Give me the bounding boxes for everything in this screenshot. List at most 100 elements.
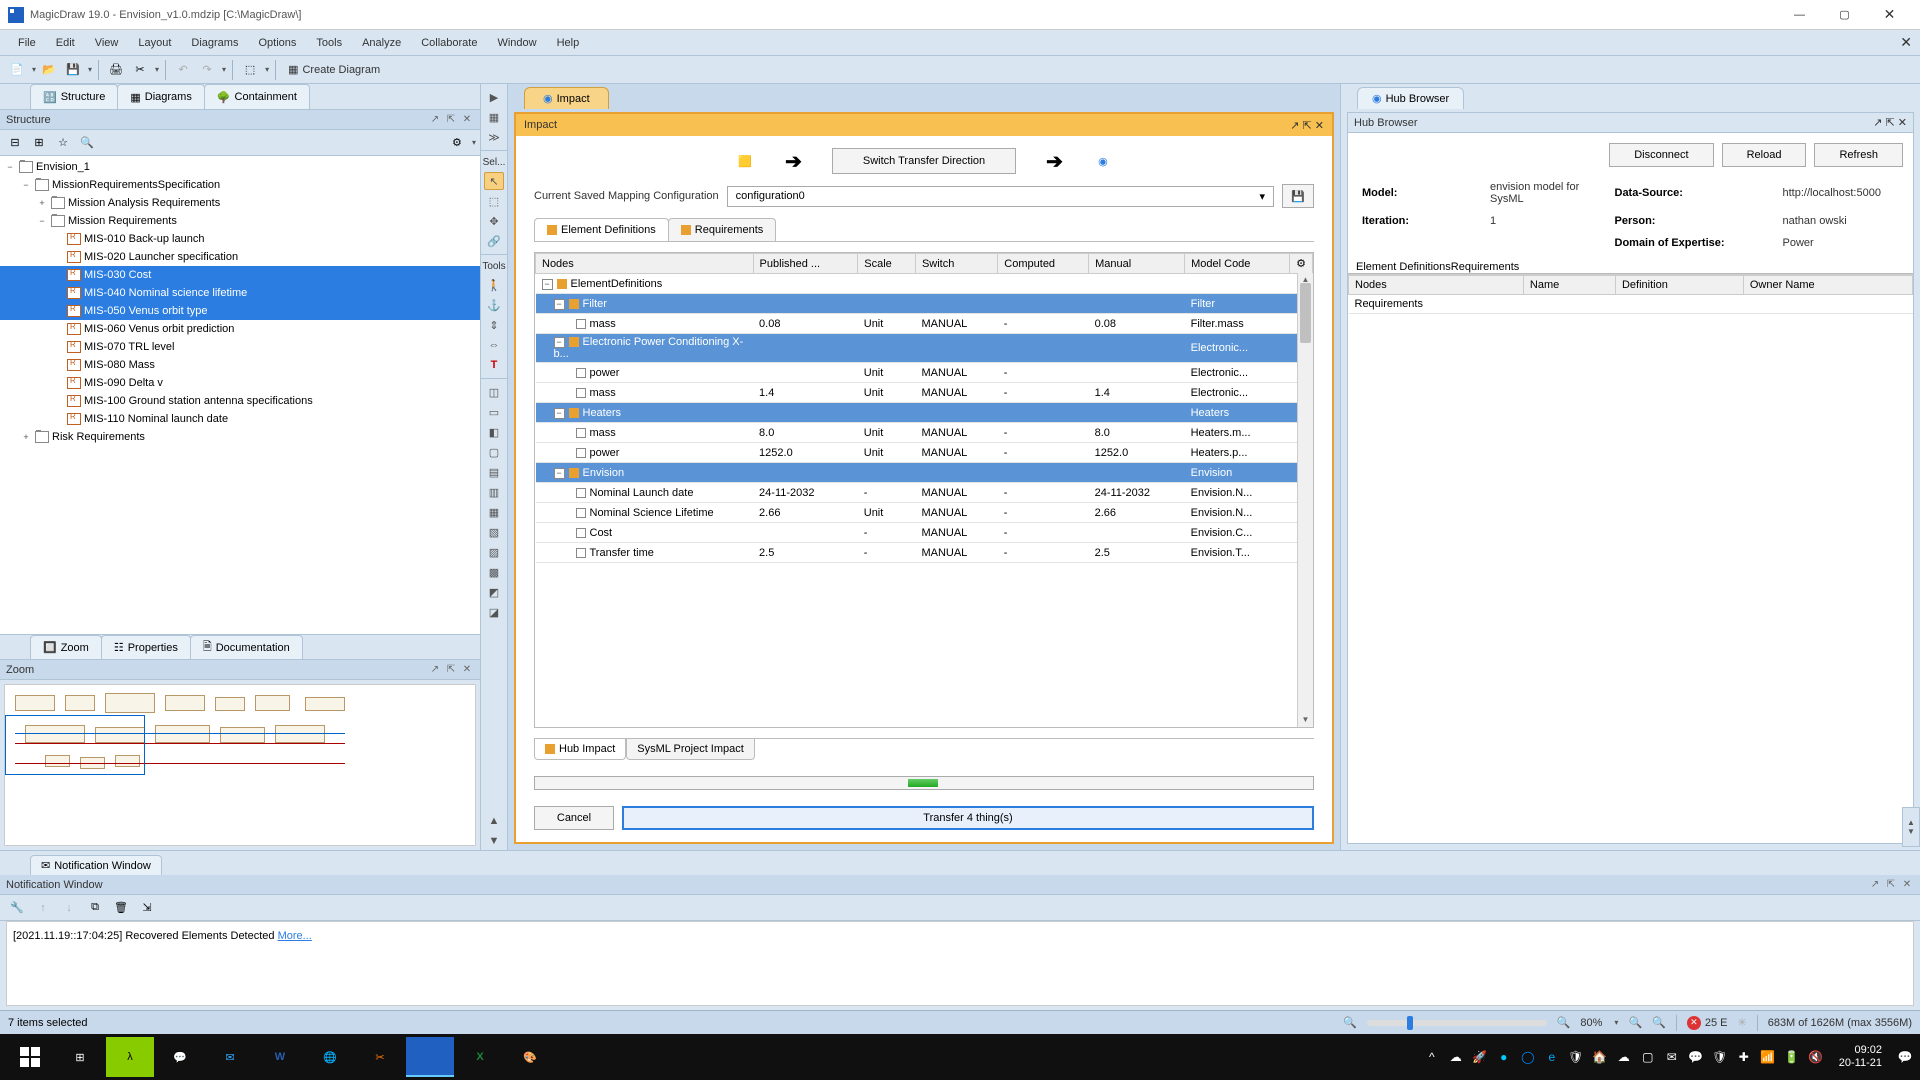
grid-group-row[interactable]: −Electronic Power Conditioning X-b...Ele…	[536, 334, 1313, 363]
menu-collaborate[interactable]: Collaborate	[411, 33, 487, 53]
grid-row[interactable]: power1252.0UnitMANUAL-1252.0Heaters.p...	[536, 443, 1313, 463]
column-header[interactable]: Scale	[858, 254, 916, 274]
tab-properties[interactable]: ☷Properties	[101, 635, 191, 659]
misc-tool-2[interactable]: ▭	[484, 403, 504, 421]
menu-help[interactable]: Help	[547, 33, 590, 53]
tree-node[interactable]: MIS-100 Ground station antenna specifica…	[0, 392, 480, 410]
redo-button[interactable]: ↷	[196, 59, 218, 81]
tree-node[interactable]: MIS-040 Nominal science lifetime	[0, 284, 480, 302]
tray-up-icon[interactable]: ^	[1423, 1048, 1441, 1066]
misc-tool-5[interactable]: ▤	[484, 463, 504, 481]
grid-row[interactable]: mass1.4UnitMANUAL-1.4Electronic...	[536, 383, 1313, 403]
grid-row[interactable]: Nominal Launch date24-11-2032-MANUAL-24-…	[536, 483, 1313, 503]
tree-node[interactable]: −MissionRequirementsSpecification	[0, 176, 480, 194]
misc-tool-3[interactable]: ◧	[484, 423, 504, 441]
vbar-tool[interactable]: ⇕	[484, 316, 504, 334]
palette-up-icon[interactable]: ▲	[484, 812, 504, 830]
side-collapse-button[interactable]: ▲▼	[1902, 807, 1920, 847]
clear-icon[interactable]: 🗑	[110, 897, 132, 919]
undo-button[interactable]: ↶	[172, 59, 194, 81]
tree-node[interactable]: −Mission Requirements	[0, 212, 480, 230]
app-chrome[interactable]: 🌐	[306, 1037, 354, 1077]
pin-icon[interactable]: ⇱	[1884, 878, 1898, 892]
menu-window[interactable]: Window	[487, 33, 546, 53]
zoom-in-icon[interactable]: 🔍	[1628, 1016, 1642, 1029]
misc-tool-9[interactable]: ▨	[484, 543, 504, 561]
tree-node[interactable]: MIS-080 Mass	[0, 356, 480, 374]
collapse-button[interactable]: ⊞	[28, 132, 50, 154]
hub-grid[interactable]: NodesNameDefinitionOwner Name Requiremen…	[1348, 274, 1913, 843]
save-button[interactable]: 💾	[62, 59, 84, 81]
misc-tool-12[interactable]: ◪	[484, 603, 504, 621]
menu-tools[interactable]: Tools	[306, 33, 352, 53]
palette-grid-icon[interactable]: ▦	[484, 108, 504, 126]
column-header[interactable]: Owner Name	[1743, 276, 1912, 295]
transfer-button[interactable]: Transfer 4 thing(s)	[622, 806, 1314, 830]
hub-row[interactable]: Requirements	[1349, 295, 1913, 314]
close-panel-icon[interactable]: ✕	[460, 663, 474, 677]
tree-node[interactable]: MIS-030 Cost	[0, 266, 480, 284]
grid-row[interactable]: powerUnitMANUAL-Electronic...	[536, 363, 1313, 383]
print-button[interactable]: 🖨	[105, 59, 127, 81]
tab-zoom[interactable]: 🔲Zoom	[30, 635, 102, 659]
grid-row[interactable]: Nominal Science Lifetime2.66UnitMANUAL-2…	[536, 503, 1313, 523]
tray-onedrive-icon[interactable]: ☁	[1615, 1048, 1633, 1066]
column-header[interactable]: Computed	[998, 254, 1089, 274]
tray-security-icon[interactable]: 🛡	[1711, 1048, 1729, 1066]
open-button[interactable]: 📂	[38, 59, 60, 81]
column-header[interactable]: Name	[1523, 276, 1615, 295]
zoom-reset-icon[interactable]: 🔍	[1652, 1016, 1666, 1029]
tab-requirements[interactable]: Requirements	[668, 218, 776, 241]
column-header[interactable]: Published ...	[753, 254, 858, 274]
grid-root-row[interactable]: −ElementDefinitions	[536, 274, 1313, 294]
tray-notification-icon[interactable]: 💬	[1896, 1048, 1914, 1066]
app-teams[interactable]: 💬	[156, 1037, 204, 1077]
hand-tool[interactable]: ✥	[484, 212, 504, 230]
close-panel-icon[interactable]: ✕	[1898, 117, 1907, 129]
zoom-thumbnail[interactable]	[4, 684, 476, 846]
text-tool[interactable]: T	[484, 356, 504, 374]
tab-hub-impact[interactable]: Hub Impact	[534, 739, 626, 760]
structure-tree[interactable]: −Envision_1−MissionRequirementsSpecifica…	[0, 156, 480, 634]
column-header[interactable]: Switch	[915, 254, 997, 274]
tab-sysml-impact[interactable]: SysML Project Impact	[626, 739, 755, 760]
menu-diagrams[interactable]: Diagrams	[181, 33, 248, 53]
tab-diagrams[interactable]: ▦Diagrams	[117, 84, 204, 109]
misc-tool-11[interactable]: ◩	[484, 583, 504, 601]
close-doc-button[interactable]: ✕	[1900, 34, 1912, 51]
tray-dot-icon[interactable]: ●	[1495, 1048, 1513, 1066]
taskview-button[interactable]: ⊞	[56, 1037, 104, 1077]
tab-structure[interactable]: 🔠Structure	[30, 84, 118, 109]
app-paint[interactable]: 🎨	[506, 1037, 554, 1077]
grid-group-row[interactable]: −FilterFilter	[536, 294, 1313, 314]
create-diagram-button[interactable]: ▦ Create Diagram	[282, 63, 386, 76]
column-header[interactable]: Model Code	[1185, 254, 1290, 274]
tab-hub-browser[interactable]: ◉ Hub Browser	[1357, 87, 1464, 109]
tray-battery-icon[interactable]: 🔋	[1783, 1048, 1801, 1066]
column-header[interactable]: Nodes	[1349, 276, 1524, 295]
save-config-button[interactable]: 💾	[1282, 184, 1314, 208]
tab-element-definitions[interactable]: Element Definitions	[534, 218, 669, 241]
taskbar-clock[interactable]: 09:02 20-11-21	[1831, 1044, 1890, 1070]
tree-node[interactable]: MIS-110 Nominal launch date	[0, 410, 480, 428]
pin-icon[interactable]: ⇱	[444, 663, 458, 677]
column-header[interactable]: Nodes	[536, 254, 754, 274]
tray-app-icon[interactable]: ▢	[1639, 1048, 1657, 1066]
palette-down-icon[interactable]: ▼	[484, 832, 504, 850]
zoom-handle[interactable]	[1407, 1016, 1413, 1030]
disconnect-button[interactable]: Disconnect	[1609, 143, 1713, 167]
app-outlook[interactable]: ✉	[206, 1037, 254, 1077]
column-header[interactable]: Manual	[1089, 254, 1185, 274]
zoom-fit-icon[interactable]: 🔍	[1557, 1016, 1571, 1029]
tab-containment[interactable]: 🌳Containment	[204, 84, 310, 109]
wrench-icon[interactable]: 🔧	[6, 897, 28, 919]
refresh-button[interactable]: Refresh	[1814, 143, 1903, 167]
misc-tool-7[interactable]: ▦	[484, 503, 504, 521]
undock-icon[interactable]: ↗	[428, 113, 442, 127]
minimize-button[interactable]: —	[1777, 1, 1822, 29]
undock-icon[interactable]: ↗	[1290, 120, 1299, 132]
cancel-button[interactable]: Cancel	[534, 806, 614, 830]
expand-button[interactable]: ⊟	[4, 132, 26, 154]
grid-row[interactable]: mass0.08UnitMANUAL-0.08Filter.mass	[536, 314, 1313, 334]
switch-transfer-button[interactable]: Switch Transfer Direction	[832, 148, 1016, 174]
